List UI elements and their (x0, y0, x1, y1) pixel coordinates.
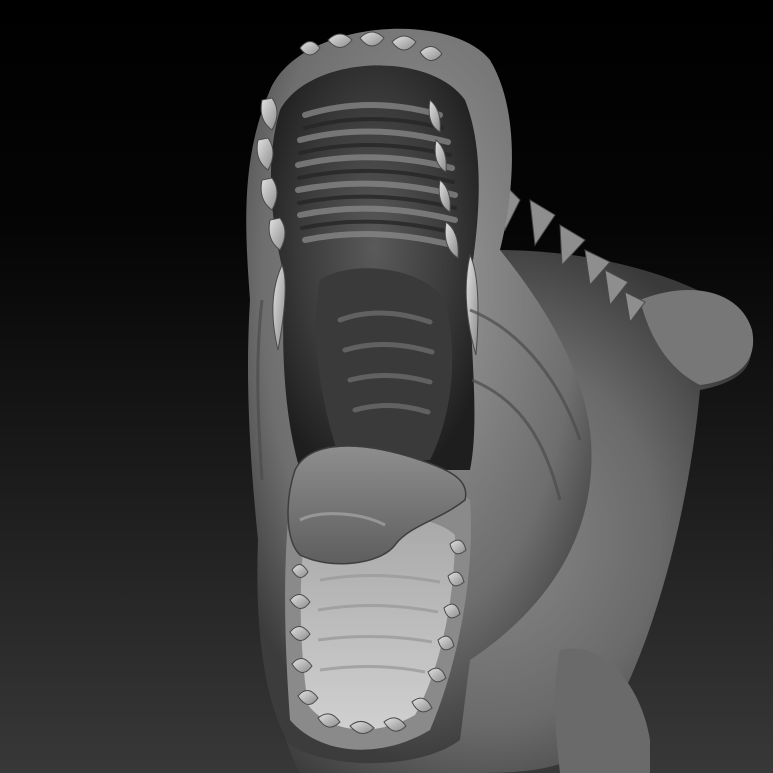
sculpt-viewport (0, 0, 773, 773)
creature-sculpt-image (246, 28, 754, 773)
mouth-cavity (270, 65, 479, 471)
